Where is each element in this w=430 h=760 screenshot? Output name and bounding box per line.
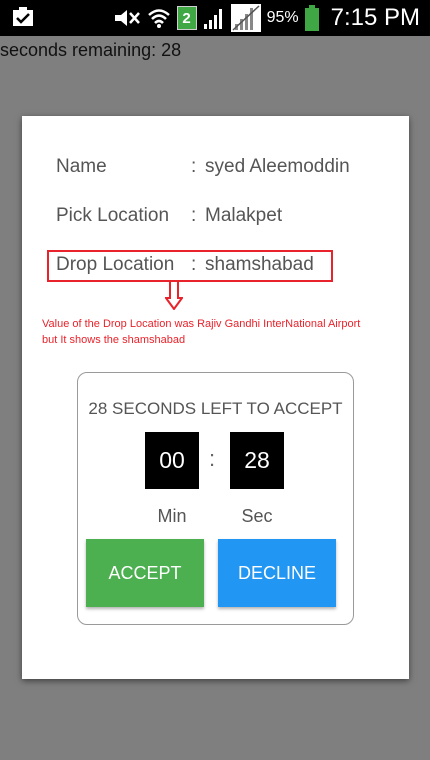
timer-card: 28 SECONDS LEFT TO ACCEPT 00 : 28 Min Se…: [77, 372, 354, 625]
network-badge-icon: 2: [176, 6, 197, 30]
seconds-remaining-label: seconds remaining: 28: [0, 40, 182, 60]
signal-icon: [203, 9, 222, 29]
name-row: Name: syed Aleemoddin: [56, 156, 350, 178]
pick-location-value: Malakpet: [205, 205, 283, 226]
pick-location-row: Pick Location: Malakpet: [56, 205, 282, 227]
clipboard-check-icon: [13, 7, 33, 26]
minutes-display: 00: [145, 432, 199, 489]
pick-location-label: Pick Location: [56, 205, 170, 226]
status-bar: 2 95% 7:15 PM: [0, 0, 430, 36]
decline-button[interactable]: DECLINE: [218, 539, 336, 607]
name-label: Name: [56, 156, 107, 177]
ride-request-dialog: Name: syed Aleemoddin Pick Location: Malak…: [22, 116, 409, 679]
minutes-label: Min: [157, 506, 187, 526]
seconds-label: Sec: [241, 506, 273, 526]
mute-icon: [114, 10, 140, 26]
timer-colon: :: [209, 446, 216, 471]
name-separator: :: [191, 156, 197, 177]
signal-icon-2: [230, 4, 261, 32]
drop-location-highlight-box: [47, 250, 333, 282]
clock: 7:15 PM: [330, 4, 420, 31]
arrow-down-icon: [165, 280, 183, 310]
accept-button[interactable]: ACCEPT: [86, 539, 204, 607]
wifi-icon: [147, 9, 170, 28]
pick-location-separator: :: [191, 205, 197, 226]
seconds-display: 28: [230, 432, 284, 489]
battery-percent: 95%: [266, 9, 299, 26]
battery-icon: [304, 5, 319, 31]
name-value: syed Aleemoddin: [205, 156, 350, 177]
annotation-note: Value of the Drop Location was Rajiv Gan…: [42, 318, 361, 346]
timer-heading: 28 SECONDS LEFT TO ACCEPT: [88, 399, 343, 418]
